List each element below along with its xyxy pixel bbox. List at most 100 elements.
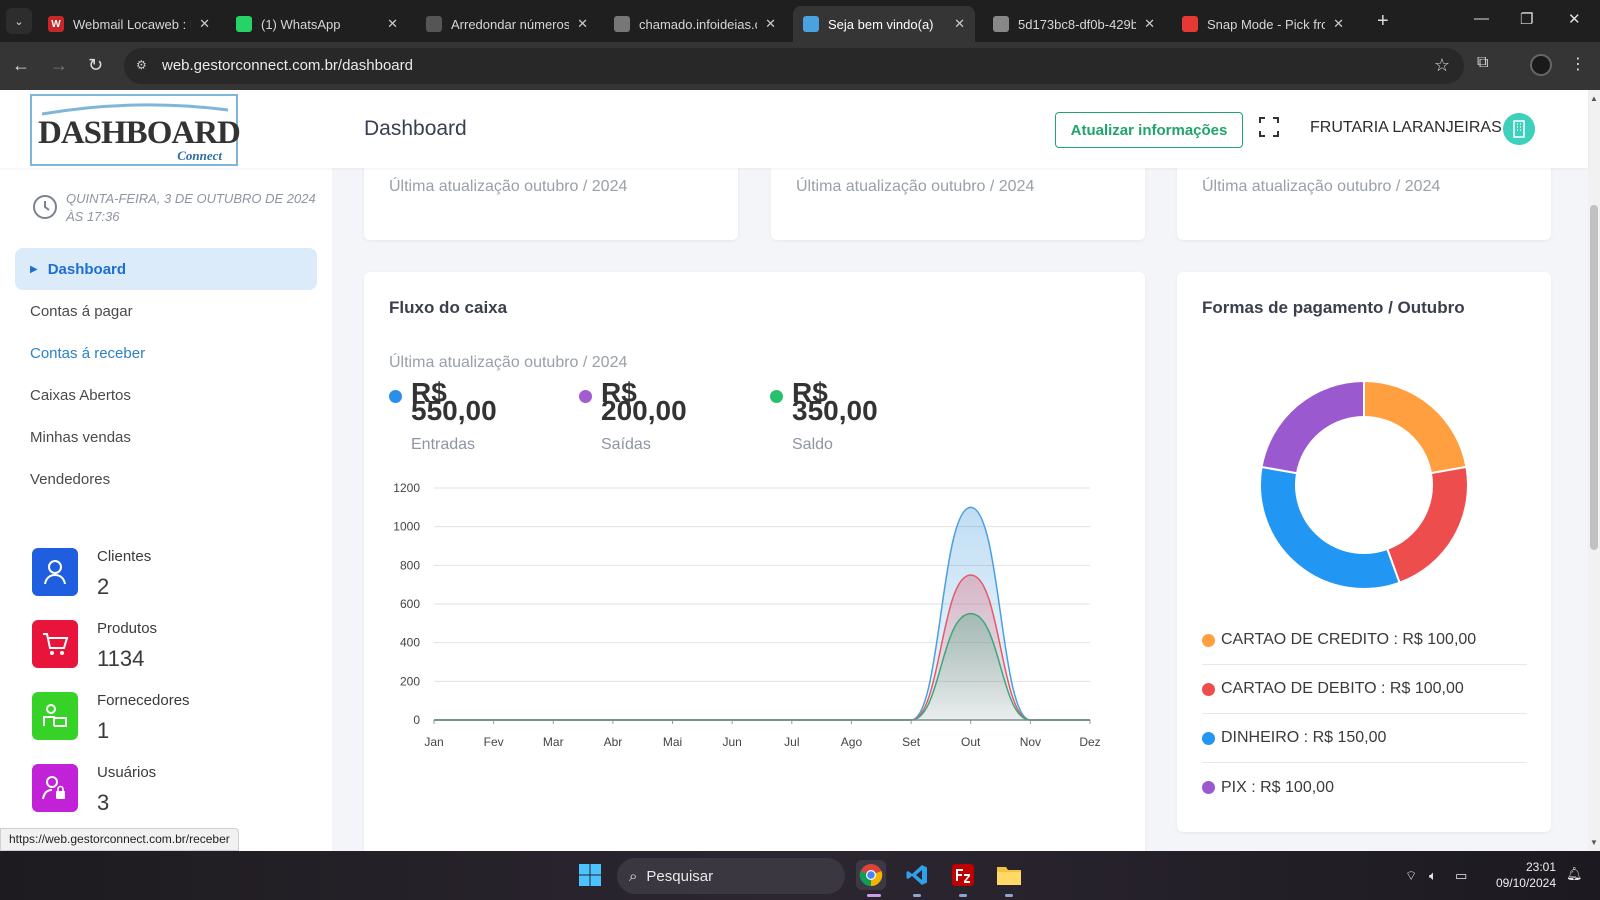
forward-arrow-icon[interactable]: → [50,55,68,76]
donut-slice[interactable] [1260,379,1365,475]
page-title: Dashboard [364,117,467,140]
taskbar-search-box[interactable]: ⌕ Pesquisar [617,858,845,894]
browser-tab[interactable]: Arredondar números ✕ [416,6,598,42]
chrome-icon[interactable] [856,860,886,890]
stats-list: Clientes 2 Produtos 1134 Fornecedores 1 … [32,548,292,836]
browser-tab[interactable]: 5d173bc8-df0b-429b ✕ [983,6,1165,42]
refresh-info-button[interactable]: Atualizar informações [1055,112,1243,148]
tab-title: chamado.infoideias.c [639,16,758,32]
browser-menu-icon[interactable]: ⋮ [1570,54,1586,74]
battery-icon[interactable]: ▭ [1455,868,1467,884]
store-name[interactable]: FRUTARIA LARANJEIRAS [1310,119,1502,137]
x-tick-label: Mai [663,735,682,749]
tab-title: Webmail Locaweb : F [73,16,192,32]
sidebar-item-dashboard[interactable]: ▶ Dashboard [15,248,317,290]
scroll-thumb[interactable] [1590,205,1598,550]
cashflow-title: Fluxo do caixa [389,298,508,317]
stat-label: Clientes [97,548,152,565]
summary-card-3: Última atualização outubro / 2024 [1177,160,1551,240]
reload-icon[interactable]: ↻ [88,55,103,76]
legend-dot-icon [1202,781,1215,794]
logo-word: DASHBOARD [38,115,241,151]
donut-slice[interactable] [1385,465,1469,585]
new-tab-plus-icon[interactable]: + [1377,10,1389,33]
taskbar-clock[interactable]: 23:01 09/10/2024 [1490,859,1556,891]
shopping-cart-icon [32,620,78,668]
store-building-icon[interactable] [1503,113,1535,145]
donut-slice[interactable] [1259,465,1401,590]
tab-close-icon[interactable]: ✕ [1333,16,1344,32]
notification-bell-icon[interactable]: 🔔︎ [1566,866,1583,882]
tab-close-icon[interactable]: ✕ [765,16,776,32]
back-arrow-icon[interactable]: ← [12,55,30,76]
vscode-icon[interactable] [902,860,932,890]
donut-slice[interactable] [1363,379,1468,475]
browser-tab[interactable]: chamado.infoideias.c ✕ [604,6,786,42]
extensions-puzzle-icon[interactable]: ⧉ [1477,54,1488,72]
vscode-indicator [913,894,921,897]
legend-label: DINHEIRO : R$ 150,00 [1221,729,1387,746]
sidebar-item-minhas-vendas[interactable]: Minhas vendas [15,416,317,458]
url-text[interactable]: web.gestorconnect.com.br/dashboard [162,57,413,74]
stat-clientes[interactable]: Clientes 2 [32,548,292,620]
volume-icon[interactable]: 🔈︎ [1429,868,1437,884]
stat-fornecedores[interactable]: Fornecedores 1 [32,692,292,764]
saidas-dot-icon [579,390,592,403]
scroll-up-icon[interactable]: ▲ [1590,94,1598,103]
sidebar-item-label: Caixas Abertos [30,386,131,404]
saidas-amount: 200,00 [601,395,687,426]
close-window-icon[interactable]: ✕ [1568,10,1581,28]
chrome-active-indicator [867,894,881,897]
restore-icon[interactable]: ❐ [1520,10,1533,28]
tab-close-icon[interactable]: ✕ [199,16,210,32]
browser-tab[interactable]: Snap Mode - Pick fro ✕ [1172,6,1354,42]
filezilla-icon[interactable] [948,860,978,890]
stat-usuarios[interactable]: Usuários 3 [32,764,292,836]
profile-avatar[interactable] [1530,54,1552,76]
file-explorer-icon[interactable] [994,860,1024,890]
sidebar-item-contas-pagar[interactable]: Contas á pagar [15,290,317,332]
clock-icon [33,195,57,219]
wifi-icon[interactable]: ⌔ [1405,868,1417,884]
x-tick-label: Jan [424,735,443,749]
taskbar-date: 09/10/2024 [1495,876,1556,890]
dashboard-logo[interactable]: DASHBOARD Connect [30,94,241,166]
tab-close-icon[interactable]: ✕ [954,16,965,32]
search-icon: ⌕ [629,867,638,885]
page-scrollbar[interactable]: ▲ ▼ [1588,90,1600,851]
cashflow-card: Fluxo do caixa Última atualização outubr… [364,272,1145,862]
tab-title: (1) WhatsApp [261,16,341,32]
browser-tab[interactable]: Seja bem vindo(a) ✕ [793,6,975,42]
fullscreen-icon[interactable] [1258,116,1280,138]
sidebar-item-label: Minhas vendas [30,428,131,446]
payment-legend-row: CARTAO DE CREDITO : R$ 100,00 [1202,616,1527,665]
stat-produtos[interactable]: Produtos 1134 [32,620,292,692]
x-tick-label: Dez [1079,735,1100,749]
site-info-icon[interactable]: ⚙ [136,58,152,74]
explorer-indicator [1005,894,1013,897]
y-tick-label: 1000 [393,520,420,534]
tab-close-icon[interactable]: ✕ [387,16,398,32]
sidebar-item-caixas-abertos[interactable]: Caixas Abertos [15,374,317,416]
legend-label: PIX : R$ 100,00 [1221,778,1334,796]
page-header: DASHBOARD Connect Dashboard Atualizar in… [0,90,1588,168]
sidebar-item-vendedores[interactable]: Vendedores [15,458,317,500]
tab-favicon-icon [426,16,442,32]
logo-swoosh-icon [41,103,229,116]
minimize-icon[interactable]: — [1474,10,1489,27]
tab-close-icon[interactable]: ✕ [577,16,588,32]
windows-start-icon[interactable] [575,860,605,890]
stat-label: Produtos [97,620,158,637]
tab-close-icon[interactable]: ✕ [1144,16,1155,32]
browser-tab-bar: ⌄ W Webmail Locaweb : F ✕ (1) WhatsApp ✕ Arre… [0,0,1600,42]
tab-search-chevron-icon[interactable]: ⌄ [6,8,32,34]
url-omnibox[interactable]: ⚙ web.gestorconnect.com.br/dashboard ☆ [124,48,1464,84]
card-updated-text: Última atualização outubro / 2024 [1202,178,1441,195]
browser-tab[interactable]: (1) WhatsApp ✕ [226,6,408,42]
sidebar-item-contas-receber[interactable]: Contas á receber [15,332,317,374]
bookmark-star-icon[interactable]: ☆ [1434,55,1450,76]
tab-title: Seja bem vindo(a) [828,16,934,32]
browser-tab[interactable]: W Webmail Locaweb : F ✕ [38,6,220,42]
scroll-down-icon[interactable]: ▼ [1590,838,1598,847]
legend-label: CARTAO DE DEBITO : R$ 100,00 [1221,680,1464,697]
